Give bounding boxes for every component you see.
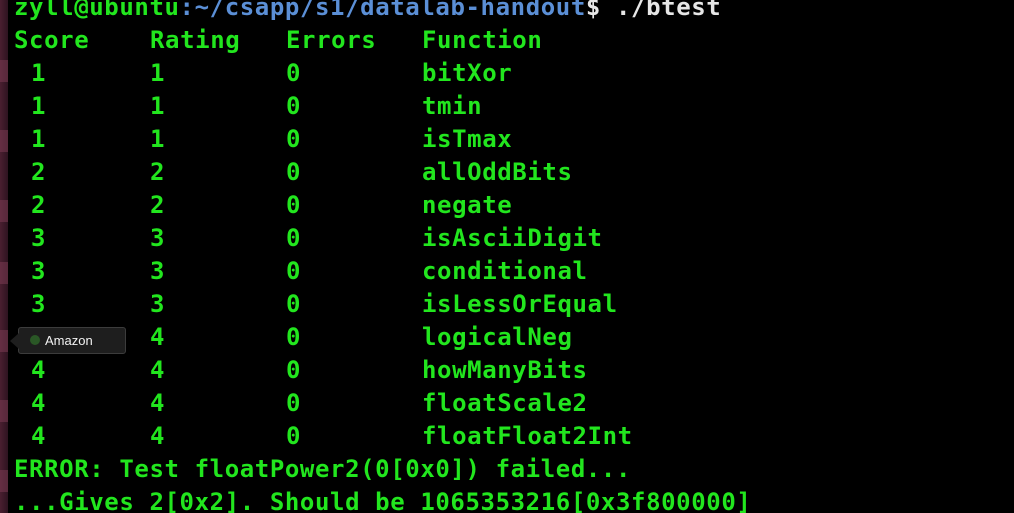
launcher-item[interactable] xyxy=(0,60,8,82)
launcher-sidebar[interactable] xyxy=(0,0,8,513)
errors-cell: 0 xyxy=(286,191,302,219)
prompt-line: zyll@ubuntu:~/csapp/s1/datalab-handout$ … xyxy=(14,0,721,24)
header-function: Function xyxy=(422,26,543,54)
terminal-window[interactable]: zyll@ubuntu:~/csapp/s1/datalab-handout$ … xyxy=(8,0,1014,513)
score-cell: 3 xyxy=(31,224,47,252)
header-rating: Rating xyxy=(150,26,241,54)
launcher-item[interactable] xyxy=(0,470,8,492)
rating-cell: 2 xyxy=(150,191,166,219)
function-cell: tmin xyxy=(422,92,483,120)
launcher-item-amazon[interactable] xyxy=(0,330,8,352)
score-cell: 2 xyxy=(31,158,47,186)
function-cell: logicalNeg xyxy=(422,323,573,351)
rating-cell: 2 xyxy=(150,158,166,186)
prompt-separator: : xyxy=(179,0,195,21)
rating-cell: 4 xyxy=(150,389,166,417)
rating-cell: 4 xyxy=(150,323,166,351)
score-cell: 1 xyxy=(31,125,47,153)
rating-cell: 1 xyxy=(150,92,166,120)
prompt-user-host: zyll@ubuntu xyxy=(14,0,180,21)
errors-cell: 0 xyxy=(286,224,302,252)
error-line: ERROR: Test floatPower2(0[0x0]) failed..… xyxy=(14,455,632,483)
function-cell: conditional xyxy=(422,257,588,285)
score-cell: 3 xyxy=(31,257,47,285)
function-cell: negate xyxy=(422,191,513,219)
errors-cell: 0 xyxy=(286,422,302,450)
amazon-icon xyxy=(30,335,40,345)
function-cell: isTmax xyxy=(422,125,513,153)
launcher-item[interactable] xyxy=(0,400,8,422)
rating-cell: 4 xyxy=(150,356,166,384)
rating-cell: 3 xyxy=(150,290,166,318)
score-cell: 4 xyxy=(31,389,47,417)
header-errors: Errors xyxy=(286,26,377,54)
function-cell: floatFloat2Int xyxy=(422,422,633,450)
errors-cell: 0 xyxy=(286,59,302,87)
table-header: Score Rating Errors Function xyxy=(14,24,542,57)
score-cell: 2 xyxy=(31,191,47,219)
gives-line: ...Gives 2[0x2]. Should be 1065353216[0x… xyxy=(14,488,752,513)
launcher-item[interactable] xyxy=(0,262,8,284)
errors-cell: 0 xyxy=(286,356,302,384)
score-cell: 3 xyxy=(31,290,47,318)
score-cell: 4 xyxy=(31,422,47,450)
function-cell: allOddBits xyxy=(422,158,573,186)
errors-cell: 0 xyxy=(286,158,302,186)
launcher-tooltip: Amazon xyxy=(10,327,126,354)
errors-cell: 0 xyxy=(286,389,302,417)
errors-cell: 0 xyxy=(286,125,302,153)
errors-cell: 0 xyxy=(286,323,302,351)
rating-cell: 3 xyxy=(150,257,166,285)
score-cell: 4 xyxy=(31,356,47,384)
prompt-path: ~/csapp/s1/datalab-handout xyxy=(194,0,586,21)
score-cell: 1 xyxy=(31,59,47,87)
function-cell: bitXor xyxy=(422,59,513,87)
launcher-item[interactable] xyxy=(0,130,8,152)
errors-cell: 0 xyxy=(286,290,302,318)
function-cell: floatScale2 xyxy=(422,389,588,417)
errors-cell: 0 xyxy=(286,92,302,120)
function-cell: howManyBits xyxy=(422,356,588,384)
launcher-item[interactable] xyxy=(0,200,8,222)
rating-cell: 4 xyxy=(150,422,166,450)
function-cell: isLessOrEqual xyxy=(422,290,618,318)
rating-cell: 1 xyxy=(150,59,166,87)
function-cell: isAsciiDigit xyxy=(422,224,603,252)
prompt-symbol: $ xyxy=(585,0,601,21)
tooltip-label: Amazon xyxy=(45,333,93,348)
score-cell: 1 xyxy=(31,92,47,120)
rating-cell: 1 xyxy=(150,125,166,153)
header-score: Score xyxy=(14,26,90,54)
prompt-command: ./btest xyxy=(600,0,722,21)
errors-cell: 0 xyxy=(286,257,302,285)
rating-cell: 3 xyxy=(150,224,166,252)
